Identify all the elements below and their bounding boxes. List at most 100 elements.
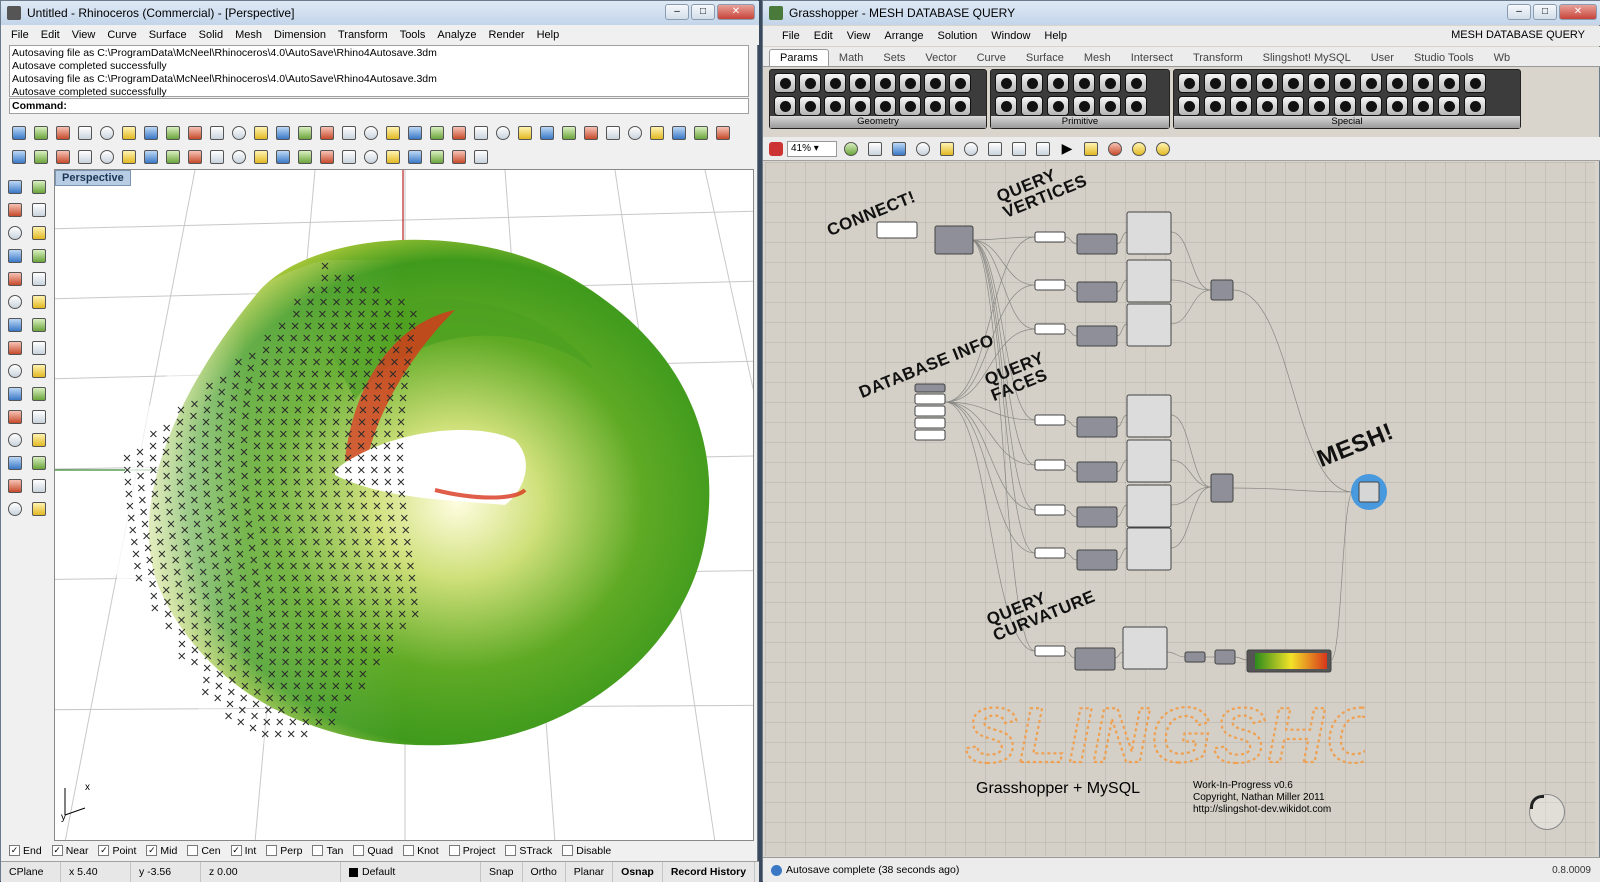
component-icon[interactable]	[1021, 73, 1043, 93]
component-icon[interactable]	[1178, 73, 1200, 93]
component-icon[interactable]	[995, 96, 1017, 116]
osnap-project[interactable]: Project	[448, 845, 495, 857]
component-icon[interactable]	[799, 96, 821, 116]
tool-icon[interactable]	[449, 123, 469, 143]
tool-icon[interactable]	[163, 147, 183, 167]
tab-curve[interactable]: Curve	[967, 50, 1016, 66]
tool-icon[interactable]	[141, 123, 161, 143]
component-icon[interactable]	[1073, 96, 1095, 116]
component-icon[interactable]	[874, 96, 896, 116]
component-icon[interactable]	[899, 96, 921, 116]
tool-icon[interactable]	[471, 123, 491, 143]
tool-icon[interactable]	[75, 147, 95, 167]
checkbox[interactable]: ✓	[9, 845, 20, 856]
tool-icon[interactable]	[29, 453, 49, 473]
component-icon[interactable]	[1256, 96, 1278, 116]
cylinder-icon[interactable]	[985, 139, 1005, 159]
tool-icon[interactable]	[5, 384, 25, 404]
component-icon[interactable]	[1334, 73, 1356, 93]
component-icon[interactable]	[1204, 96, 1226, 116]
osnap-mid[interactable]: ✓ Mid	[146, 845, 177, 857]
tool-icon[interactable]	[339, 147, 359, 167]
tool-icon[interactable]	[29, 292, 49, 312]
tool-icon[interactable]	[493, 123, 513, 143]
zoom-extents-icon[interactable]	[865, 139, 885, 159]
tool-icon[interactable]	[207, 147, 227, 167]
tool-icon[interactable]	[383, 123, 403, 143]
component-icon[interactable]	[874, 73, 896, 93]
component-icon[interactable]	[1386, 73, 1408, 93]
component-icon[interactable]	[1230, 96, 1252, 116]
tool-icon[interactable]	[317, 123, 337, 143]
component-icon[interactable]	[799, 73, 821, 93]
snap-toggle[interactable]: Snap	[481, 862, 523, 882]
tool-icon[interactable]	[53, 123, 73, 143]
component-icon[interactable]	[1464, 73, 1486, 93]
component-icon[interactable]	[1047, 73, 1069, 93]
menu-window[interactable]: Window	[984, 30, 1037, 42]
tool-icon[interactable]	[273, 123, 293, 143]
tool-icon[interactable]	[625, 123, 645, 143]
tool-icon[interactable]	[427, 147, 447, 167]
tool-icon[interactable]	[361, 147, 381, 167]
tool-icon[interactable]	[559, 123, 579, 143]
tab-studio-tools[interactable]: Studio Tools	[1404, 50, 1484, 66]
menu-file[interactable]: File	[5, 29, 35, 41]
component-icon[interactable]	[849, 96, 871, 116]
tool-icon[interactable]	[537, 123, 557, 143]
tool-icon[interactable]	[29, 315, 49, 335]
component-icon[interactable]	[1125, 96, 1147, 116]
maximize-button[interactable]: □	[1533, 4, 1557, 20]
tool-icon[interactable]	[581, 123, 601, 143]
tool-icon[interactable]	[427, 123, 447, 143]
play-icon[interactable]: ▶	[1057, 139, 1077, 159]
checkbox[interactable]: ✓	[98, 845, 110, 856]
checkbox[interactable]: ✓	[51, 845, 63, 856]
tool-icon[interactable]	[5, 269, 25, 289]
tool-icon[interactable]	[29, 246, 49, 266]
tool-icon[interactable]	[97, 123, 117, 143]
box-icon[interactable]	[937, 139, 957, 159]
tab-vector[interactable]: Vector	[915, 50, 966, 66]
tool-icon[interactable]	[119, 147, 139, 167]
component-icon[interactable]	[1256, 73, 1278, 93]
map-icon[interactable]	[889, 139, 909, 159]
sphere-icon[interactable]	[961, 139, 981, 159]
tool-icon[interactable]	[141, 147, 161, 167]
menu-curve[interactable]: Curve	[101, 29, 142, 41]
zoom-icon[interactable]	[841, 139, 861, 159]
sun-icon[interactable]	[1153, 139, 1173, 159]
tool-icon[interactable]	[5, 177, 25, 197]
menu-dimension[interactable]: Dimension	[268, 29, 332, 41]
checkbox[interactable]	[562, 845, 574, 856]
tool-icon[interactable]	[361, 123, 381, 143]
component-icon[interactable]	[1386, 96, 1408, 116]
osnap-perp[interactable]: Perp	[266, 845, 302, 857]
tool-icon[interactable]	[317, 147, 337, 167]
tool-icon[interactable]	[449, 147, 469, 167]
menu-tools[interactable]: Tools	[394, 29, 432, 41]
component-icon[interactable]	[949, 73, 971, 93]
pen-icon[interactable]	[769, 141, 783, 156]
component-icon[interactable]	[774, 73, 796, 93]
osnap-quad[interactable]: Quad	[353, 845, 393, 857]
tool-icon[interactable]	[295, 147, 315, 167]
rhino-titlebar[interactable]: Untitled - Rhinoceros (Commercial) - [Pe…	[1, 1, 759, 25]
tab-mesh[interactable]: Mesh	[1074, 50, 1121, 66]
zoom-select[interactable]: 41% ▾	[787, 140, 837, 157]
tool-icon[interactable]	[5, 407, 25, 427]
component-icon[interactable]	[1438, 96, 1460, 116]
checkbox[interactable]	[403, 845, 415, 856]
component-icon[interactable]	[1282, 73, 1304, 93]
component-icon[interactable]	[1021, 96, 1043, 116]
ortho-toggle[interactable]: Ortho	[523, 862, 566, 882]
close-button[interactable]: ✕	[717, 4, 755, 20]
tool-icon[interactable]	[229, 123, 249, 143]
tab-params[interactable]: Params	[769, 49, 829, 66]
tool-icon[interactable]	[669, 123, 689, 143]
tool-icon[interactable]	[31, 147, 51, 167]
tool-icon[interactable]	[53, 147, 73, 167]
tool-icon[interactable]	[119, 123, 139, 143]
component-icon[interactable]	[1125, 73, 1147, 93]
tool-icon[interactable]	[5, 223, 25, 243]
